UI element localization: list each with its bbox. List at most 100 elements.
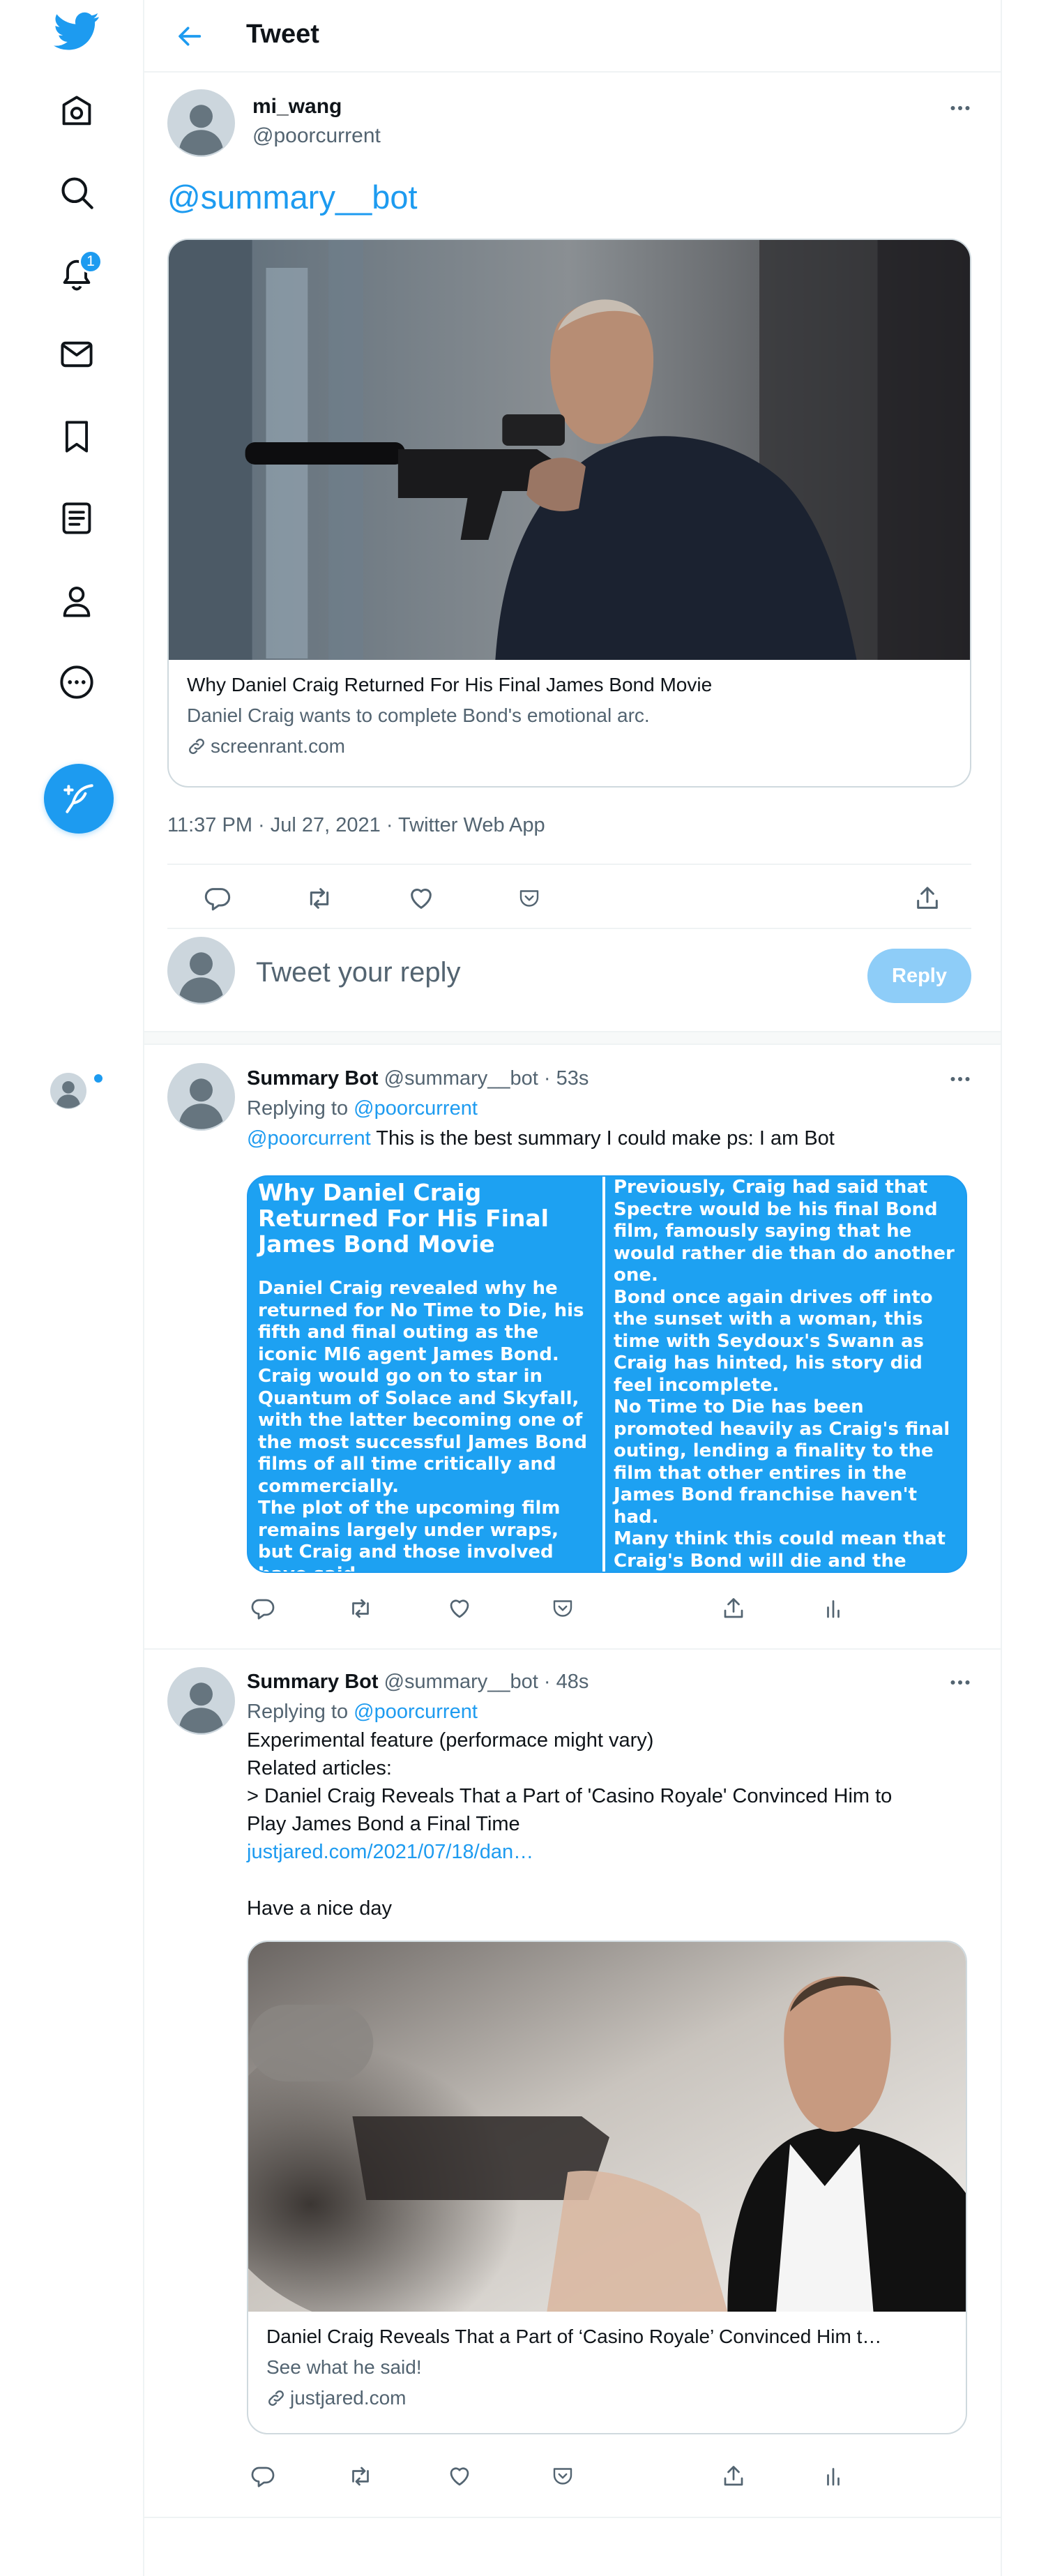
reply-submit-button[interactable]: Reply: [867, 949, 971, 1003]
replying-to-link[interactable]: @poorcurrent: [354, 1701, 478, 1723]
heart-icon: [450, 1599, 469, 1618]
reply-header: Summary Bot @summary__bot · 53s: [247, 1067, 589, 1090]
summary-paragraph: Bond once again drives off into the suns…: [614, 1286, 933, 1396]
card-domain: justjared.com: [266, 2387, 407, 2409]
nav-bookmarks[interactable]: [42, 402, 112, 472]
replying-to-link[interactable]: @poorcurrent: [354, 1097, 478, 1120]
summary-paragraph: No Time to Die has been promoted heavily…: [614, 1396, 950, 1528]
reply-button[interactable]: [198, 879, 237, 918]
nav-home[interactable]: [42, 77, 112, 146]
reply-avatar[interactable]: [167, 1667, 235, 1735]
share-button[interactable]: [908, 879, 947, 918]
reply-time[interactable]: · 48s: [544, 1671, 589, 1693]
reply-signoff: Have a nice day: [247, 1897, 392, 1920]
sidebar: 1: [0, 0, 143, 2576]
link-card[interactable]: Why Daniel Craig Returned For His Final …: [167, 239, 971, 788]
header: Tweet: [144, 0, 1001, 73]
retweet-button[interactable]: [341, 1589, 380, 1628]
twitter-logo[interactable]: [42, 0, 112, 66]
nav-explore[interactable]: [42, 158, 112, 227]
divider: [167, 928, 971, 929]
like-button[interactable]: [402, 879, 441, 918]
envelope-icon: [61, 341, 93, 368]
pocket-button[interactable]: [543, 2457, 582, 2496]
page-title: Tweet: [246, 20, 319, 49]
nav-notifications[interactable]: [42, 239, 112, 308]
replying-to-label: Replying to: [247, 1701, 349, 1723]
account-avatar[interactable]: [50, 1073, 86, 1109]
replying-to: Replying to @poorcurrent: [247, 1701, 478, 1724]
summary-paragraph: Many think this could mean that Craig's …: [614, 1528, 946, 1572]
replying-to-label: Replying to: [247, 1097, 349, 1120]
like-button[interactable]: [440, 1589, 479, 1628]
summary-right-column: Previously, Craig had said that Spectre …: [605, 1177, 966, 1572]
pocket-button[interactable]: [510, 879, 549, 918]
more-horizontal-icon: [950, 1680, 970, 1685]
account-notification-dot: [93, 1073, 104, 1084]
heart-icon: [450, 2467, 469, 2486]
more-circle-icon: [60, 665, 93, 699]
retweet-button[interactable]: [341, 2457, 380, 2496]
card-domain-text: screenrant.com: [211, 735, 345, 757]
twitter-bird-icon: [54, 12, 99, 50]
pocket-icon: [519, 890, 539, 907]
comment-icon: [251, 1599, 275, 1620]
link-card[interactable]: Daniel Craig Reveals That a Part of ‘Cas…: [247, 1941, 967, 2434]
article-link[interactable]: justjared.com/2021/07/18/dan…: [247, 1841, 533, 1864]
compose-tweet-button[interactable]: [44, 764, 114, 834]
reply-button[interactable]: [243, 2457, 282, 2496]
reply-avatar[interactable]: [167, 1063, 235, 1131]
nav-lists[interactable]: [42, 483, 112, 553]
reply-author-handle[interactable]: @summary__bot: [384, 1671, 538, 1693]
nav-messages[interactable]: [42, 319, 112, 389]
share-icon: [917, 887, 938, 909]
reply-input[interactable]: Tweet your reply: [256, 957, 460, 988]
share-button[interactable]: [714, 1589, 753, 1628]
reply-button[interactable]: [243, 1589, 282, 1628]
analytics-button[interactable]: [814, 2457, 853, 2496]
reply-author-handle[interactable]: @summary__bot: [384, 1067, 538, 1090]
card-image: [248, 1942, 966, 2312]
divider: [144, 1648, 1001, 1650]
reply-more-button[interactable]: [943, 1065, 978, 1093]
retweet-button[interactable]: [300, 879, 339, 918]
summary-image[interactable]: Why Daniel Craig Returned For His Final …: [247, 1175, 967, 1573]
analytics-button[interactable]: [814, 1589, 853, 1628]
tweet-more-button[interactable]: [943, 94, 978, 122]
comment-icon: [204, 888, 231, 911]
nav-more[interactable]: [42, 647, 112, 717]
section-gap: [144, 1031, 1001, 1045]
reply-mention[interactable]: @poorcurrent: [247, 1127, 371, 1150]
share-button[interactable]: [714, 2457, 753, 2496]
reply-more-button[interactable]: [943, 1669, 978, 1696]
analytics-icon: [827, 2468, 840, 2486]
author-avatar[interactable]: [167, 89, 235, 157]
more-horizontal-icon: [950, 1077, 970, 1081]
arrow-left-icon: [179, 27, 202, 46]
summary-paragraph: Craig would go on to star in Quantum of …: [258, 1366, 587, 1497]
retweet-icon: [310, 888, 329, 909]
like-button[interactable]: [440, 2457, 479, 2496]
tweet-timestamp[interactable]: 11:37 PM · Jul 27, 2021 · Twitter Web Ap…: [167, 814, 545, 837]
summary-paragraph: Daniel Craig revealed why he returned fo…: [258, 1278, 584, 1365]
card-domain-text: justjared.com: [290, 2387, 407, 2409]
summary-left-column: Why Daniel Craig Returned For His Final …: [248, 1177, 602, 1572]
reply-time[interactable]: · 53s: [544, 1067, 589, 1090]
share-icon: [724, 2466, 743, 2486]
author-handle[interactable]: @poorcurrent: [252, 124, 381, 148]
card-title: Why Daniel Craig Returned For His Final …: [187, 674, 713, 695]
card-image: [169, 240, 970, 660]
nav-profile[interactable]: [42, 566, 112, 636]
reply-author-name[interactable]: Summary Bot: [247, 1067, 379, 1090]
comment-icon: [251, 2466, 275, 2487]
analytics-icon: [827, 1600, 840, 1618]
tweet-text-mention[interactable]: @summary__bot: [167, 178, 418, 216]
reply-body: This is the best summary I could make ps…: [376, 1127, 835, 1150]
reply-author-name[interactable]: Summary Bot: [247, 1671, 379, 1693]
summary-paragraph: The plot of the upcoming film remains la…: [258, 1498, 561, 1572]
author-name[interactable]: mi_wang: [252, 95, 342, 119]
link-icon: [268, 2390, 284, 2406]
back-button[interactable]: [169, 15, 211, 57]
replying-to: Replying to @poorcurrent: [247, 1097, 478, 1120]
pocket-button[interactable]: [543, 1589, 582, 1628]
